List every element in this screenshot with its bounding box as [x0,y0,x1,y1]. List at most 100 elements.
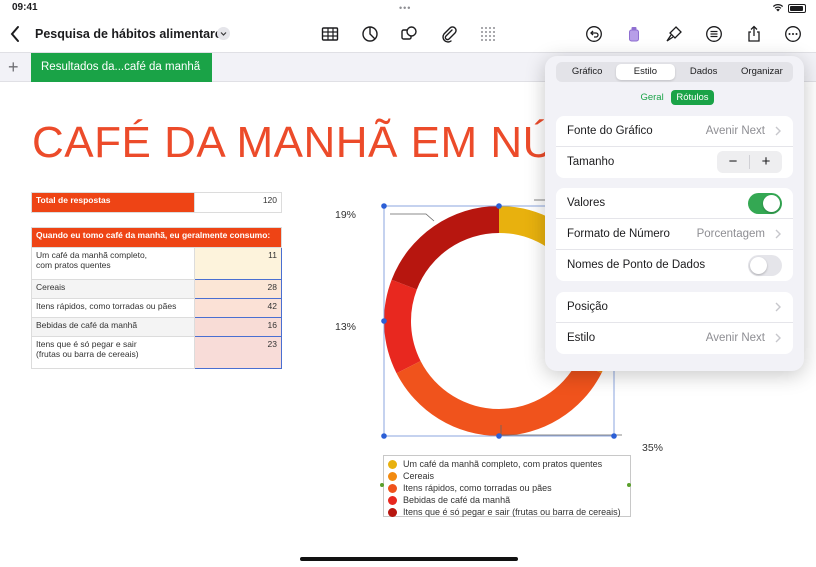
row-value[interactable]: 28 [194,279,282,299]
style-row[interactable]: Estilo Avenir Next [556,323,793,354]
size-increase-button[interactable]: + [750,151,782,173]
more-icon[interactable] [783,24,803,44]
values-group: Valores Formato de Número Porcentagem No… [556,188,793,281]
chart-font-label: Fonte do Gráfico [567,125,653,137]
undo-icon[interactable] [584,24,604,44]
position-label: Posição [567,301,608,313]
legend-dot [388,459,397,469]
number-format-value: Porcentagem [696,228,765,240]
legend-label: Bebidas de café da manhã [403,495,511,505]
legend-handle-right[interactable] [627,483,631,487]
style-value: Avenir Next [705,332,765,344]
row-label[interactable]: Bebidas de café da manhã [31,317,195,337]
row-label[interactable]: Um café da manhã completo, com pratos que… [31,247,195,280]
donut-slice[interactable] [384,279,421,374]
home-indicator[interactable] [300,557,518,561]
list-menu-icon[interactable] [704,24,724,44]
row-label-line1: Um café da manhã completo, [36,250,148,260]
share-icon[interactable] [744,24,764,44]
total-label[interactable]: Total de respostas [31,192,195,213]
tab-data[interactable]: Dados [675,64,733,80]
status-time: 09:41 [12,2,38,13]
percent-label-13: 13% [335,321,356,333]
number-format-label: Formato de Número [567,228,670,240]
table-row[interactable]: Itens que é só pegar e sair (frutas ou ba… [31,336,282,369]
size-decrease-button[interactable]: − [717,151,749,173]
paperclip-icon[interactable] [439,24,459,44]
row-label-line2: com pratos quentes [36,260,111,270]
legend-dot [388,483,397,493]
number-format-row[interactable]: Formato de Número Porcentagem [556,219,793,250]
total-table[interactable]: Total de respostas 120 [31,192,282,213]
chart-icon[interactable] [360,24,380,44]
point-names-row: Nomes de Ponto de Dados [556,250,793,281]
legend-handle-left[interactable] [380,483,384,487]
size-row: Tamanho − + [556,147,793,178]
values-label: Valores [567,197,606,209]
chevron-right-icon [775,302,781,312]
legend-item: Bebidas de café da manhã [388,494,630,506]
toggle-knob [763,195,780,212]
table-row[interactable]: Bebidas de café da manhã 16 [31,317,282,337]
data-table-header[interactable]: Quando eu tomo café da manhã, eu geralme… [31,227,282,248]
donut-slice[interactable] [391,206,499,290]
data-table[interactable]: Quando eu tomo café da manhã, eu geralme… [31,227,282,369]
chevron-right-icon [775,126,781,136]
popover-tab-control: Gráfico Estilo Dados Organizar [556,62,793,82]
size-stepper[interactable]: − + [717,151,782,173]
chart-legend[interactable]: Um café da manhã completo, com pratos qu… [383,455,631,517]
row-label[interactable]: Itens rápidos, como torradas ou pães [31,298,195,318]
row-label[interactable]: Cereais [31,279,195,299]
subtab-labels[interactable]: Rótulos [671,90,714,105]
row-value[interactable]: 11 [194,247,282,280]
dotted-grid-icon[interactable] [478,24,498,44]
row-value[interactable]: 42 [194,298,282,318]
values-toggle[interactable] [748,193,782,214]
point-names-toggle[interactable] [748,255,782,276]
format-brush-icon[interactable] [664,24,684,44]
legend-label: Itens rápidos, como torradas ou pães [403,483,552,493]
collaboration-icon[interactable] [624,24,644,44]
chart-font-row[interactable]: Fonte do Gráfico Avenir Next [556,116,793,147]
multitasking-dots[interactable]: ••• [399,3,411,13]
sheet-tab-active[interactable]: Resultados da...café da manhã [31,53,212,82]
legend-item: Cereais [388,470,630,482]
legend-dot [388,471,397,481]
font-group: Fonte do Gráfico Avenir Next Tamanho − + [556,116,793,178]
canvas-title[interactable]: CAFÉ DA MANHÃ EM NÚ [32,118,555,168]
legend-label: Itens que é só pegar e sair (frutas ou b… [403,507,621,517]
table-row[interactable]: Cereais 28 [31,279,282,299]
donut-slice[interactable] [396,360,602,436]
row-label-line1: Itens que é só pegar e sair [36,339,137,349]
toolbar: Pesquisa de hábitos alimentares [0,18,816,52]
legend-item: Itens rápidos, como torradas ou pães [388,482,630,494]
row-label[interactable]: Itens que é só pegar e sair (frutas ou ba… [31,336,195,369]
popover-subtabs: Geral Rótulos [545,90,804,105]
subtab-general[interactable]: Geral [635,90,668,105]
row-value[interactable]: 16 [194,317,282,337]
point-names-label: Nomes de Ponto de Dados [567,259,706,271]
percent-label-35: 35% [642,442,663,454]
document-title[interactable]: Pesquisa de hábitos alimentares [35,27,229,41]
table-row[interactable]: Um café da manhã completo, com pratos que… [31,247,282,280]
row-value[interactable]: 23 [194,336,282,369]
table-row[interactable]: Itens rápidos, como torradas ou pães 42 [31,298,282,318]
chevron-right-icon [775,229,781,239]
add-sheet-button[interactable]: + [8,57,19,77]
legend-label: Cereais [403,471,435,481]
position-row[interactable]: Posição [556,292,793,323]
title-chevron-down-icon[interactable] [217,27,230,40]
row-label-line2: (frutas ou barra de cereais) [36,349,139,359]
battery-icon [788,4,806,13]
legend-item: Um café da manhã completo, com pratos qu… [388,458,630,470]
tab-arrange[interactable]: Organizar [733,64,791,80]
table-icon[interactable] [320,24,340,44]
tab-style[interactable]: Estilo [616,64,675,80]
legend-label: Um café da manhã completo, com pratos qu… [403,459,603,469]
tab-chart[interactable]: Gráfico [558,64,616,80]
legend-dot [388,495,397,505]
back-chevron-icon[interactable] [8,24,22,44]
shapes-icon[interactable] [399,24,419,44]
total-value[interactable]: 120 [194,192,282,213]
legend-item: Itens que é só pegar e sair (frutas ou b… [388,506,630,518]
